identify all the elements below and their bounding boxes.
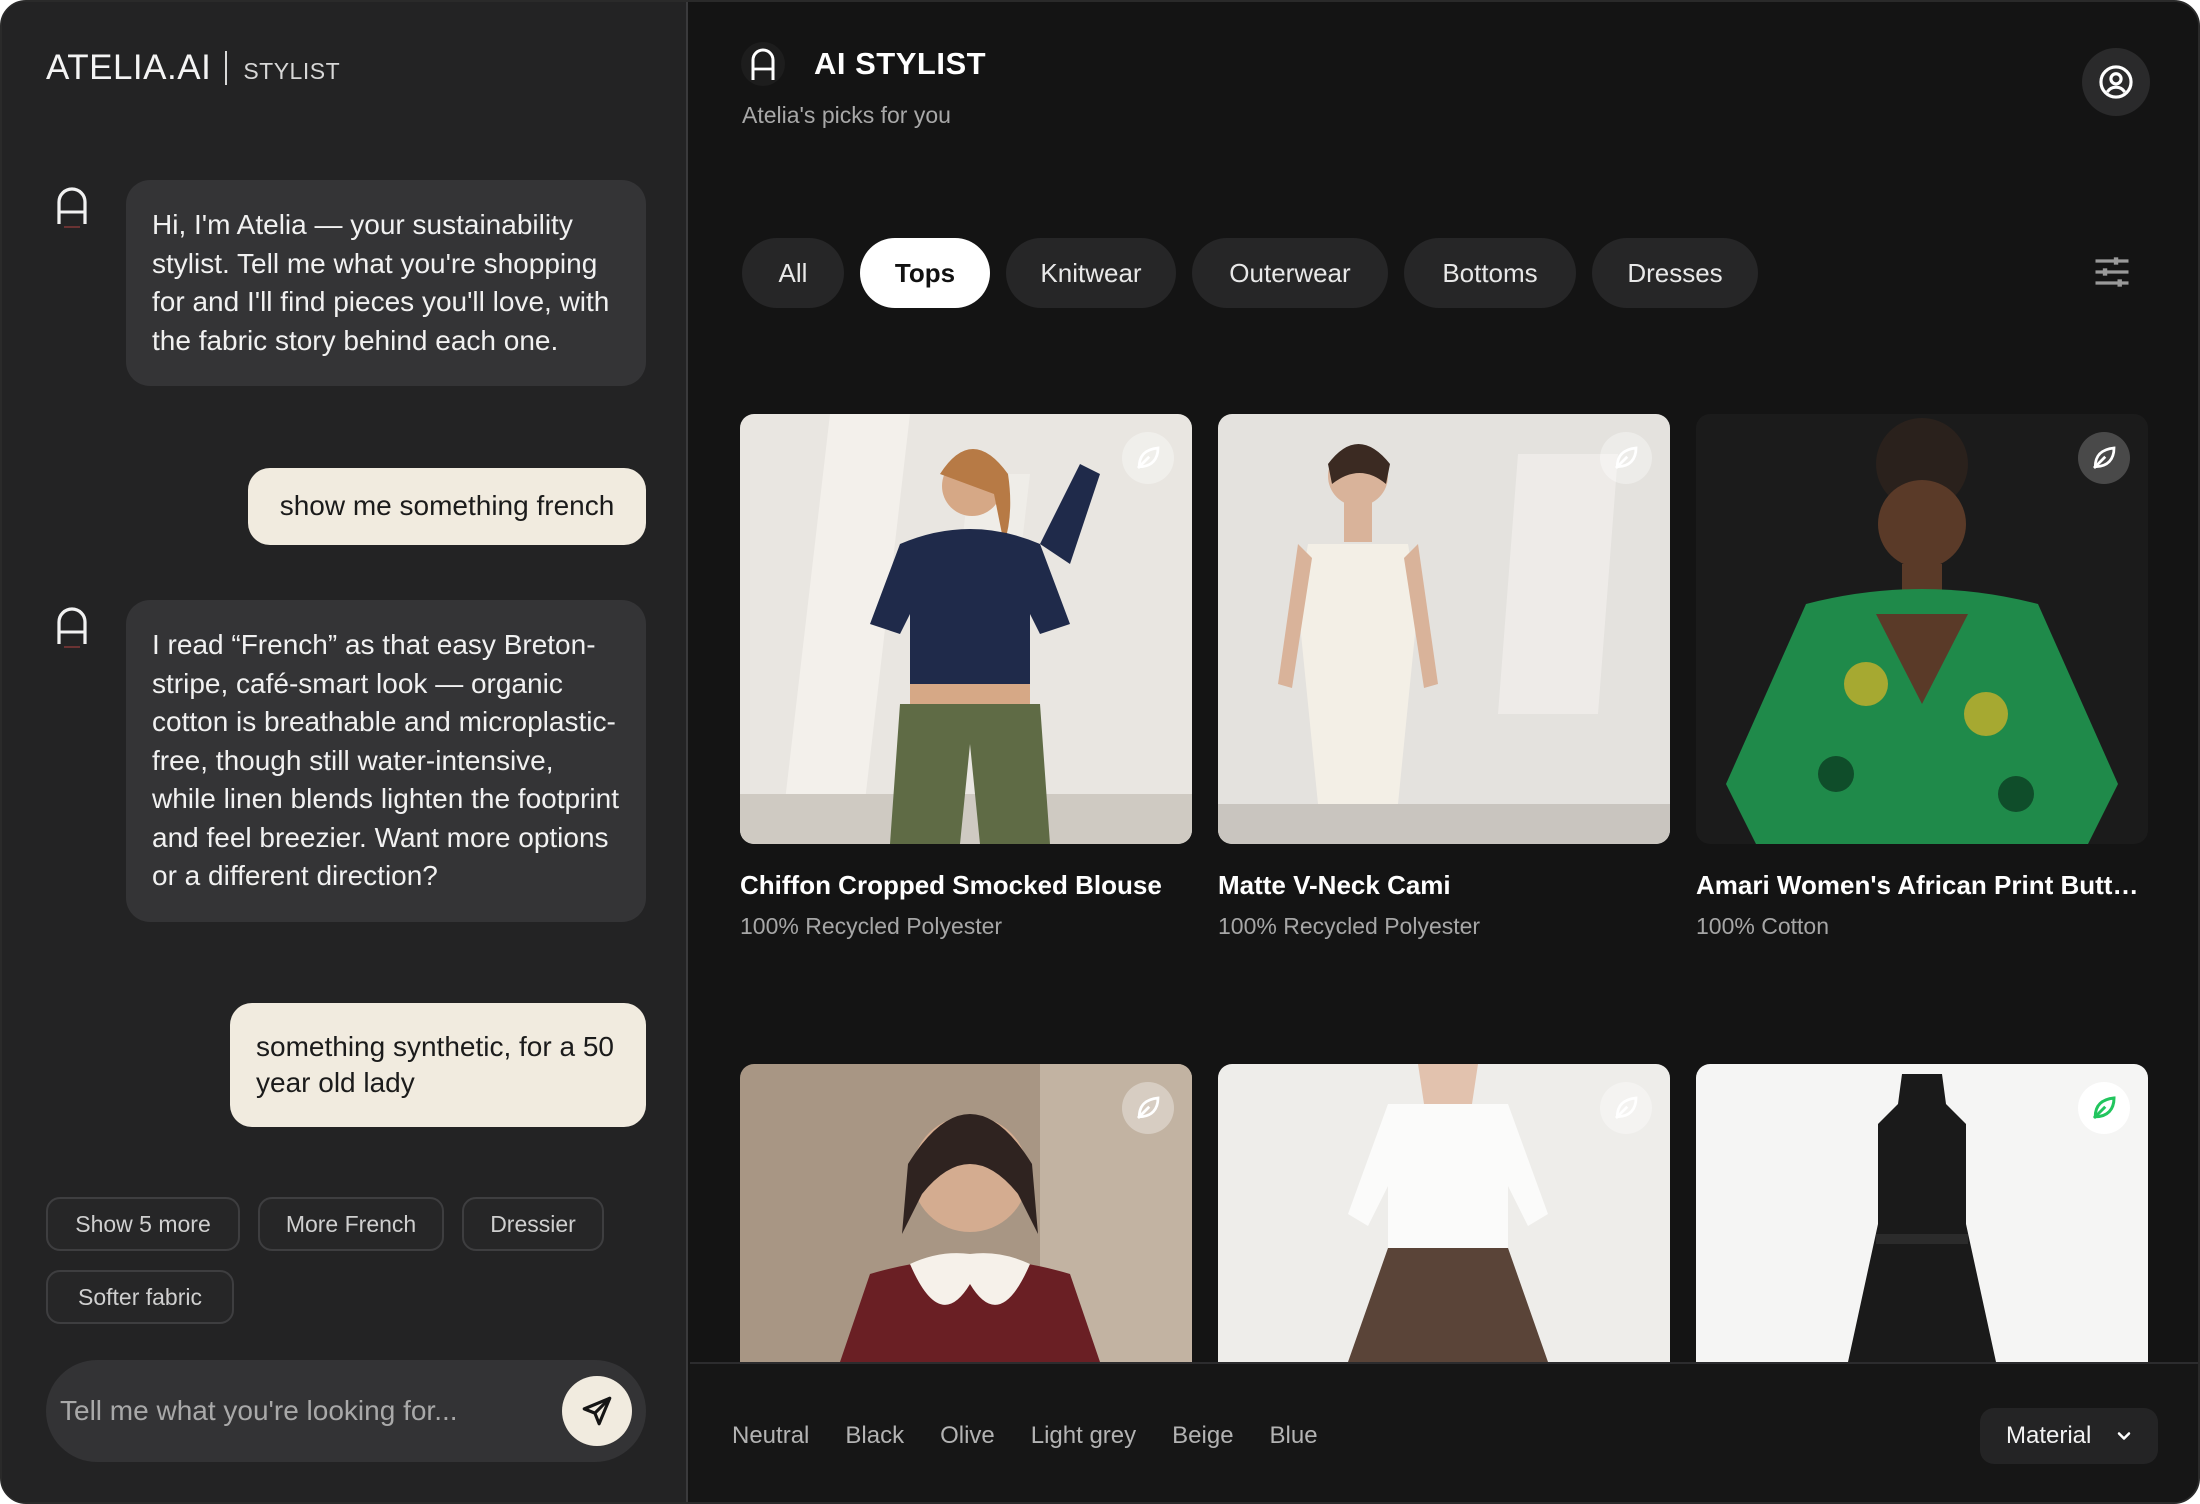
- product-material: 100% Recycled Polyester: [740, 913, 1003, 939]
- suggestion-chip-show-more[interactable]: Show 5 more: [46, 1197, 240, 1251]
- color-filter-neutral[interactable]: Neutral: [732, 1422, 809, 1450]
- leaf-icon: [1137, 446, 1160, 469]
- tab-bottoms[interactable]: Bottoms: [1404, 238, 1576, 308]
- color-filter-olive[interactable]: Olive: [940, 1422, 995, 1450]
- tab-dresses[interactable]: Dresses: [1592, 238, 1758, 308]
- page-subtitle: Atelia's picks for you: [742, 102, 951, 128]
- chevron-down-icon: [2117, 1432, 2131, 1440]
- color-filter-light-grey[interactable]: Light grey: [1031, 1422, 1136, 1450]
- eco-badge[interactable]: [1600, 1082, 1652, 1134]
- brand-name: ATELIA.AI: [46, 48, 212, 87]
- product-card[interactable]: Matte V-Neck Cami 100% Recycled Polyeste…: [1218, 414, 1670, 940]
- assistant-message: Hi, I'm Atelia — your sustainability sty…: [126, 180, 646, 386]
- material-dropdown[interactable]: Material: [1980, 1408, 2158, 1464]
- atelia-logo-icon: [740, 40, 786, 88]
- tab-tops[interactable]: Tops: [860, 238, 990, 308]
- product-image: [1696, 414, 2148, 844]
- brand-divider: [225, 51, 228, 85]
- user-message: something synthetic, for a 50 year old l…: [230, 1003, 646, 1127]
- product-card[interactable]: Amari Women's African Print Button-Down …: [1696, 414, 2148, 940]
- product-card[interactable]: Chiffon Cropped Smocked Blouse 100% Recy…: [740, 414, 1192, 940]
- product-card[interactable]: [1696, 1064, 2148, 1362]
- material-dropdown-label: Material: [2006, 1422, 2092, 1449]
- product-image: [740, 414, 1192, 844]
- eco-badge[interactable]: [2078, 1082, 2130, 1134]
- chat-composer: [46, 1360, 646, 1462]
- sliders-icon: [2095, 257, 2129, 287]
- filter-button[interactable]: [2090, 250, 2134, 294]
- page-title: AI STYLIST: [814, 46, 987, 81]
- eco-badge[interactable]: [1600, 432, 1652, 484]
- leaf-icon: [2093, 446, 2116, 469]
- tab-outerwear[interactable]: Outerwear: [1192, 238, 1388, 308]
- results-panel: AI STYLIST Atelia's picks for you All To…: [690, 2, 2198, 1502]
- chat-panel: ATELIA.AI STYLIST Hi, I'm Atelia — your …: [2, 2, 688, 1502]
- product-image: [740, 1064, 1192, 1362]
- eco-badge[interactable]: [2078, 432, 2130, 484]
- product-image: [1218, 414, 1670, 844]
- color-filters: Neutral Black Olive Light grey Beige Blu…: [732, 1422, 1354, 1450]
- leaf-icon: [2092, 1096, 2116, 1120]
- send-button[interactable]: [562, 1376, 632, 1446]
- product-title: Matte V-Neck Cami: [1218, 870, 1451, 900]
- eco-badge[interactable]: [1122, 432, 1174, 484]
- chat-input[interactable]: [60, 1360, 560, 1462]
- product-image: [1218, 1064, 1670, 1362]
- profile-button[interactable]: [2082, 48, 2150, 116]
- leaf-icon: [1615, 446, 1638, 469]
- assistant-message: I read “French” as that easy Breton-stri…: [126, 600, 646, 922]
- tab-all[interactable]: All: [742, 238, 844, 308]
- atelia-avatar-icon: [54, 604, 94, 648]
- color-filter-black[interactable]: Black: [845, 1422, 904, 1450]
- color-filter-bar: Neutral Black Olive Light grey Beige Blu…: [690, 1362, 2198, 1502]
- suggestion-chip-dressier[interactable]: Dressier: [462, 1197, 604, 1251]
- leaf-icon: [1615, 1096, 1638, 1119]
- brand-header: ATELIA.AI STYLIST: [46, 48, 340, 88]
- suggestion-chip-more-french[interactable]: More French: [258, 1197, 444, 1251]
- product-card[interactable]: [740, 1064, 1192, 1362]
- product-image: [1696, 1064, 2148, 1362]
- brand-section: STYLIST: [243, 57, 341, 84]
- product-card[interactable]: [1218, 1064, 1670, 1362]
- tab-knitwear[interactable]: Knitwear: [1006, 238, 1176, 308]
- app-window: ATELIA.AI STYLIST Hi, I'm Atelia — your …: [0, 0, 2200, 1504]
- atelia-avatar-icon: [54, 184, 94, 228]
- send-icon: [582, 1396, 612, 1426]
- user-circle-icon: [2099, 65, 2133, 99]
- product-title: Amari Women's African Print Button-Down …: [1696, 870, 2148, 900]
- user-message: show me something french: [248, 468, 646, 545]
- product-title: Chiffon Cropped Smocked Blouse: [740, 870, 1162, 900]
- color-filter-blue[interactable]: Blue: [1270, 1422, 1318, 1450]
- eco-badge[interactable]: [1122, 1082, 1174, 1134]
- color-filter-beige[interactable]: Beige: [1172, 1422, 1233, 1450]
- product-material: 100% Recycled Polyester: [1218, 913, 1481, 939]
- leaf-icon: [1137, 1096, 1160, 1119]
- product-material: 100% Cotton: [1696, 913, 1829, 939]
- suggestion-chip-softer-fabric[interactable]: Softer fabric: [46, 1270, 234, 1324]
